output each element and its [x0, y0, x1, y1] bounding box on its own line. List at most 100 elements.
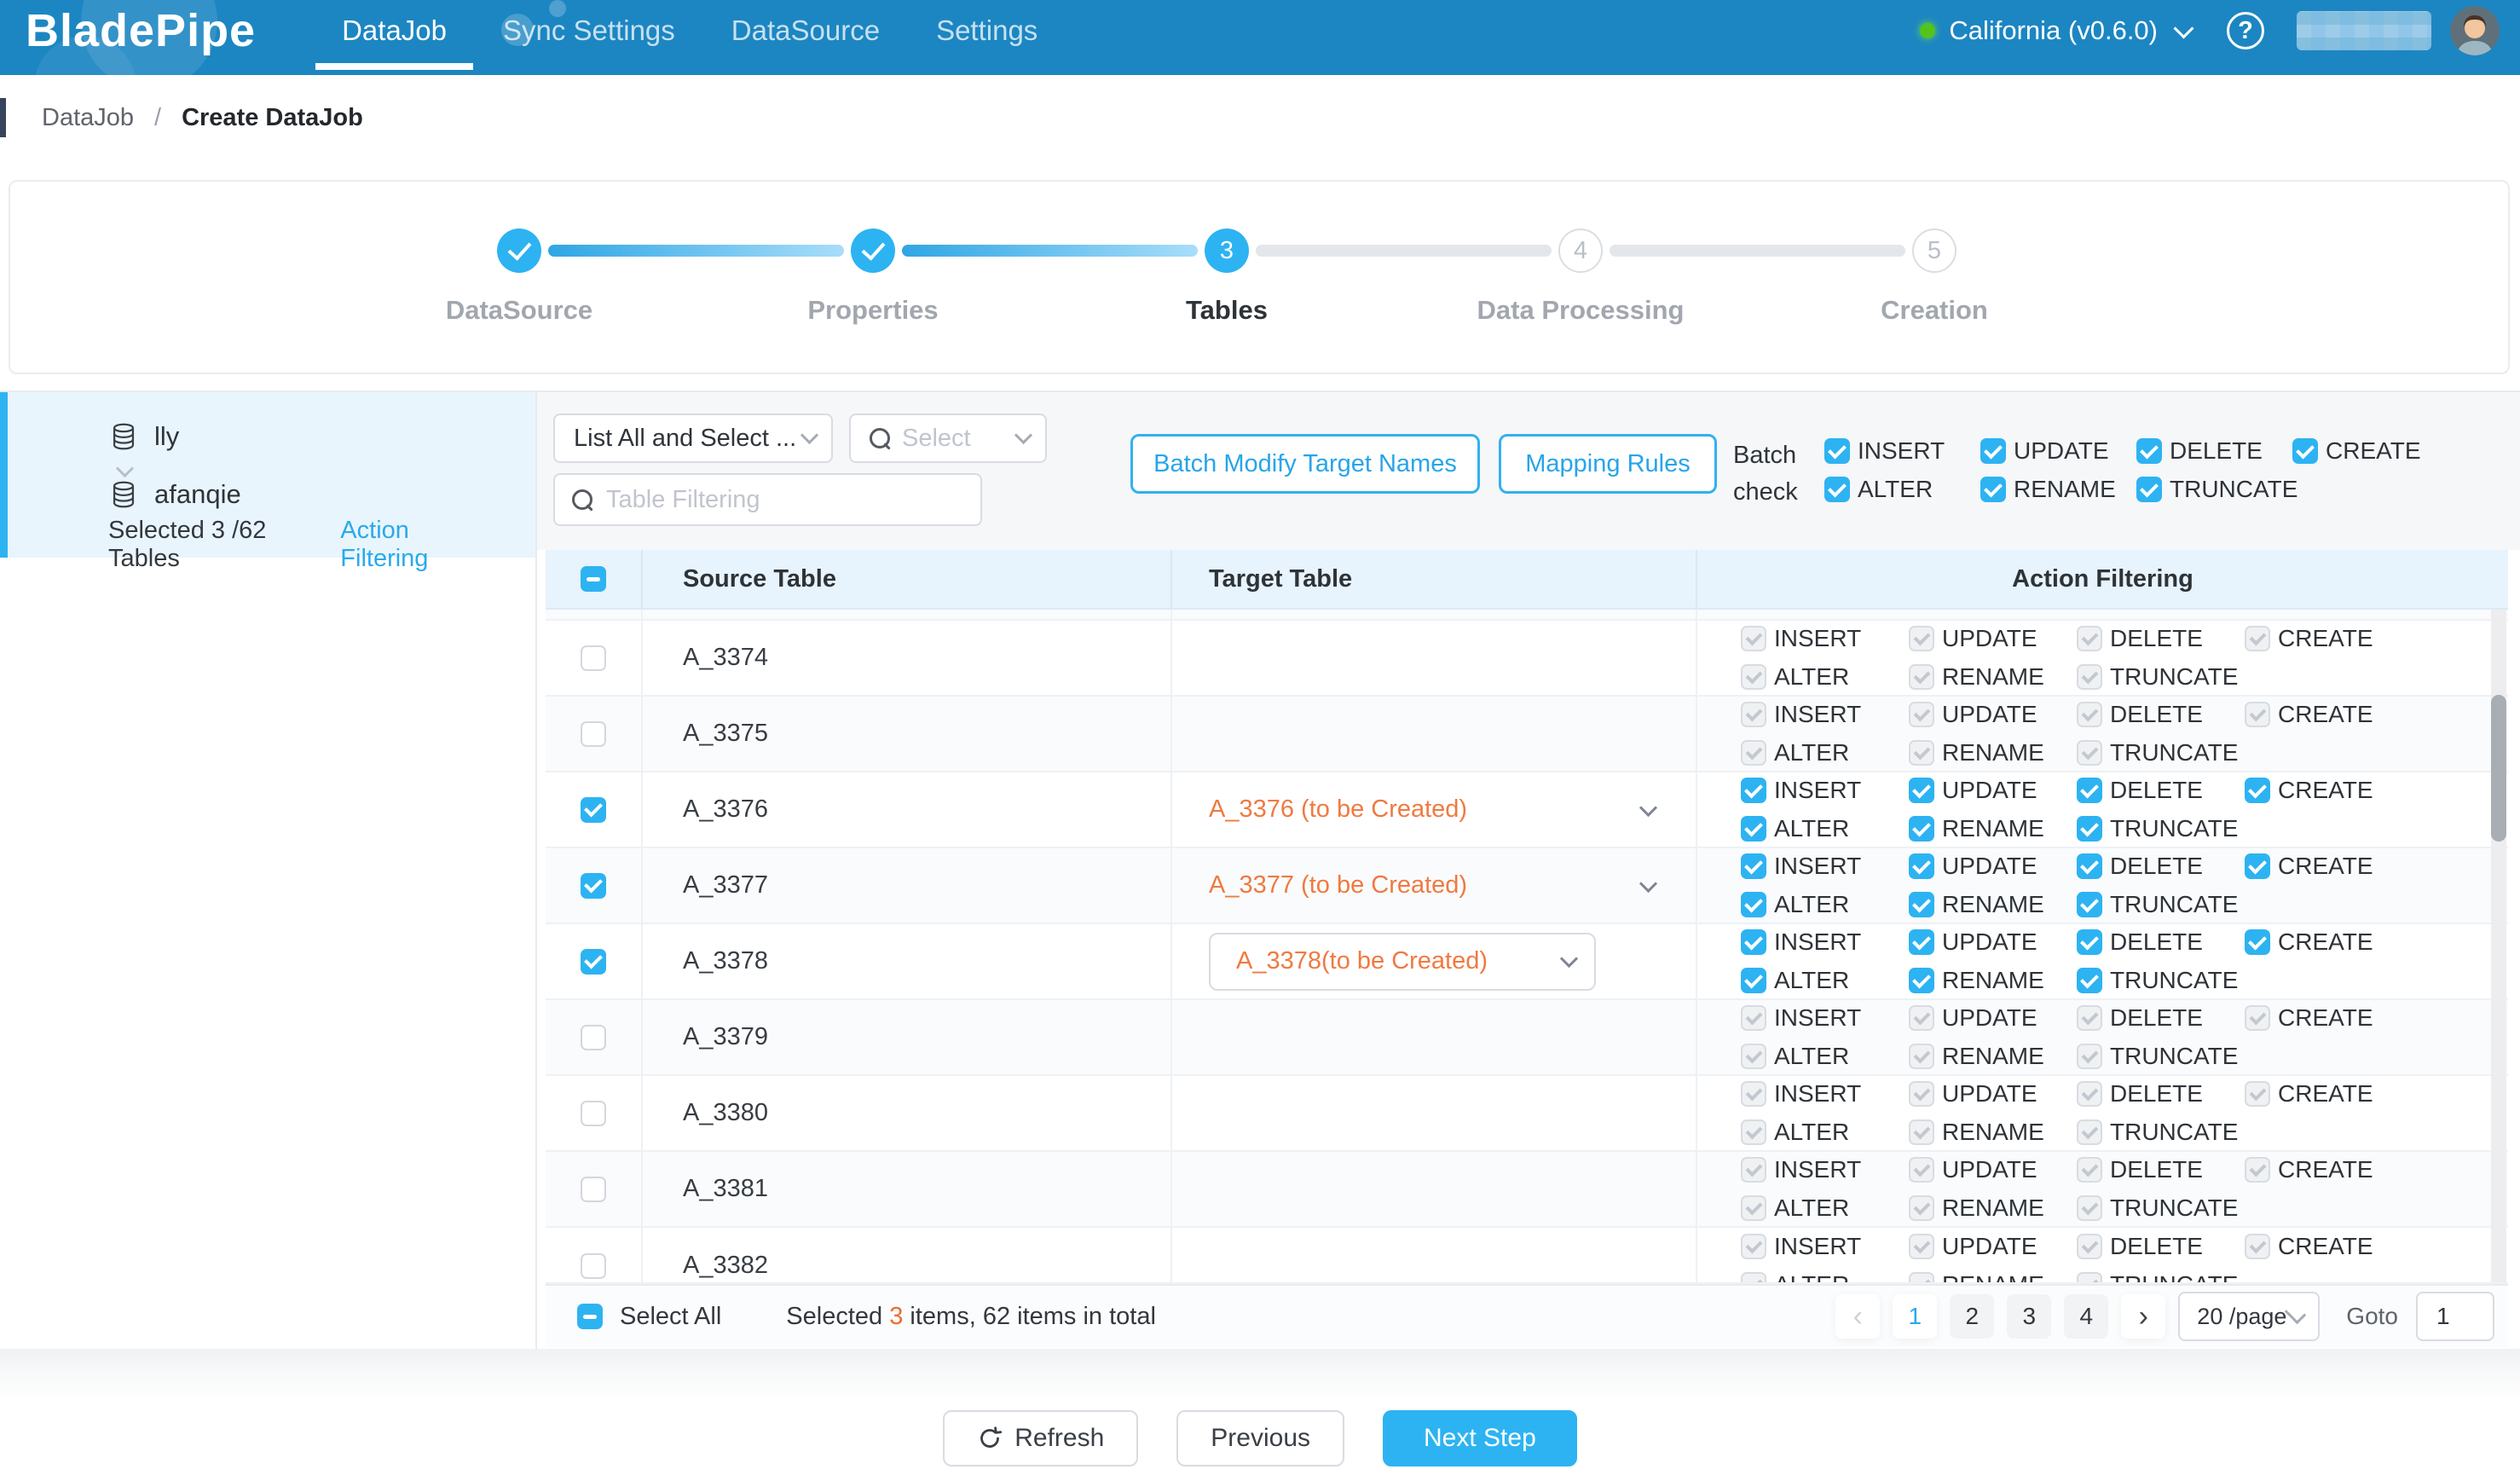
nav-item-datasource[interactable]: DataSource [703, 11, 908, 50]
action-label-insert: INSERT [1774, 701, 1861, 728]
target-table-cell: A_3378(to be Created) [1172, 924, 1697, 998]
page-button-1[interactable]: 1 [1893, 1294, 1937, 1339]
checked-checkbox-icon[interactable] [1741, 816, 1766, 842]
page-button-2[interactable]: 2 [1950, 1294, 1994, 1339]
table-header: Source Table Target Table Action Filteri… [546, 550, 2508, 610]
select-all-header-checkbox[interactable] [581, 566, 606, 592]
checked-checkbox-icon[interactable] [1741, 892, 1766, 917]
table-select-dropdown[interactable]: Select [849, 414, 1047, 463]
batch-modify-target-names-button[interactable]: Batch Modify Target Names [1130, 434, 1480, 494]
action-alter: ALTER [1741, 1043, 1909, 1070]
nav-item-sync-settings[interactable]: Sync Settings [475, 11, 703, 50]
tables-table: Source Table Target Table Action Filteri… [546, 550, 2508, 1284]
checked-checkbox-icon[interactable] [2077, 929, 2102, 955]
previous-button[interactable]: Previous [1176, 1410, 1344, 1466]
checked-checkbox-icon[interactable] [2292, 438, 2318, 464]
checked-checkbox-icon[interactable] [2077, 892, 2102, 917]
next-step-button[interactable]: Next Step [1383, 1410, 1577, 1466]
nav-item-datajob[interactable]: DataJob [314, 11, 475, 50]
app-logo[interactable]: BladePipe [26, 4, 256, 57]
checked-checkbox-icon[interactable] [1741, 929, 1766, 955]
step-connector [1256, 245, 1552, 257]
checked-checkbox-icon[interactable] [2245, 853, 2270, 879]
checked-checkbox-icon[interactable] [1909, 853, 1934, 879]
checked-row-checkbox[interactable] [581, 949, 606, 975]
checked-checkbox-icon[interactable] [1909, 778, 1934, 803]
goto-page-input[interactable] [2416, 1292, 2494, 1341]
disabled-checkbox-icon [2077, 1234, 2102, 1259]
breadcrumb: DataJob / Create DataJob [0, 96, 363, 139]
disabled-checkbox-icon [2077, 702, 2102, 727]
avatar[interactable] [2450, 6, 2500, 55]
next-page-button[interactable]: › [2121, 1294, 2165, 1339]
checked-checkbox-icon[interactable] [2077, 778, 2102, 803]
mapping-rules-button[interactable]: Mapping Rules [1499, 434, 1717, 494]
checked-checkbox-icon[interactable] [1824, 438, 1850, 464]
unchecked-row-checkbox[interactable] [581, 1253, 606, 1279]
checked-checkbox-icon[interactable] [1741, 968, 1766, 993]
checked-row-checkbox[interactable] [581, 797, 606, 823]
checked-row-checkbox[interactable] [581, 873, 606, 899]
nav-item-settings[interactable]: Settings [908, 11, 1066, 50]
environment-label[interactable]: California (v0.6.0) [1949, 15, 2158, 46]
action-label-rename: RENAME [1942, 1043, 2044, 1070]
action-rename: RENAME [1909, 891, 2077, 918]
target-table-cell [1172, 1228, 1697, 1284]
checked-checkbox-icon[interactable] [1980, 477, 2006, 502]
select-all-label[interactable]: Select All [620, 1303, 721, 1331]
disabled-checkbox-icon [1909, 1272, 1934, 1284]
help-icon[interactable]: ? [2227, 12, 2264, 49]
checked-checkbox-icon[interactable] [1909, 816, 1934, 842]
breadcrumb-parent[interactable]: DataJob [42, 104, 134, 132]
unchecked-row-checkbox[interactable] [581, 1177, 606, 1202]
checked-checkbox-icon[interactable] [1980, 438, 2006, 464]
page-button-4[interactable]: 4 [2064, 1294, 2108, 1339]
stepper-track: 345 [497, 228, 1956, 273]
disabled-checkbox-icon [1741, 1081, 1766, 1107]
datasource-sidebar: lly afanqie Selected 3 /62 Tables Action… [8, 392, 535, 558]
table-filter-input[interactable] [604, 485, 963, 515]
list-mode-select[interactable]: List All and Select ... [553, 414, 833, 463]
target-table-cell [1172, 1076, 1697, 1150]
target-table-select[interactable]: A_3378(to be Created) [1209, 933, 1596, 991]
header-select-cell [546, 550, 643, 608]
chevron-down-icon[interactable] [2173, 18, 2193, 38]
checked-checkbox-icon[interactable] [1909, 929, 1934, 955]
checked-checkbox-icon[interactable] [1824, 477, 1850, 502]
scrollbar-thumb[interactable] [2491, 695, 2506, 842]
page-size-select[interactable]: 20 /page [2178, 1292, 2320, 1341]
checked-checkbox-icon[interactable] [2245, 778, 2270, 803]
action-filtering-link[interactable]: Action Filtering [340, 517, 501, 573]
checked-checkbox-icon[interactable] [2136, 438, 2162, 464]
unchecked-row-checkbox[interactable] [581, 721, 606, 747]
checked-checkbox-icon[interactable] [2136, 477, 2162, 502]
checked-checkbox-icon[interactable] [2245, 929, 2270, 955]
checked-checkbox-icon[interactable] [2077, 853, 2102, 879]
unchecked-row-checkbox[interactable] [581, 1025, 606, 1050]
checked-checkbox-icon[interactable] [2077, 968, 2102, 993]
action-label-rename: RENAME [1942, 891, 2044, 918]
checked-checkbox-icon[interactable] [1741, 853, 1766, 879]
table-row-a-3379: A_3379INSERTUPDATEDELETECREATEALTERRENAM… [546, 1000, 2508, 1076]
refresh-button[interactable]: Refresh [943, 1410, 1138, 1466]
action-create: CREATE [2245, 1004, 2373, 1032]
step-label-datasource: DataSource [446, 295, 592, 326]
source-table-cell: A_3378 [643, 924, 1172, 998]
select-all-checkbox[interactable] [577, 1304, 603, 1329]
checked-checkbox-icon[interactable] [2077, 816, 2102, 842]
unchecked-row-checkbox[interactable] [581, 1101, 606, 1126]
tables-content-pane: List All and Select ... Select Batch Mod… [537, 392, 2520, 1349]
action-label-update: UPDATE [1942, 777, 2037, 804]
disabled-checkbox-icon [1909, 1005, 1934, 1031]
username-redacted[interactable] [2297, 11, 2431, 50]
step-label-tables: Tables [1186, 295, 1268, 326]
action-label-delete: DELETE [2110, 1080, 2203, 1108]
action-filtering-cell: INSERTUPDATEDELETECREATEALTERRENAMETRUNC… [1697, 924, 2508, 998]
unchecked-row-checkbox[interactable] [581, 645, 606, 671]
checked-checkbox-icon[interactable] [1909, 968, 1934, 993]
batch-check-label: Batch check [1733, 437, 1798, 511]
checked-checkbox-icon[interactable] [1741, 778, 1766, 803]
step-label-creation: Creation [1881, 295, 1988, 326]
page-button-3[interactable]: 3 [2007, 1294, 2051, 1339]
checked-checkbox-icon[interactable] [1909, 892, 1934, 917]
